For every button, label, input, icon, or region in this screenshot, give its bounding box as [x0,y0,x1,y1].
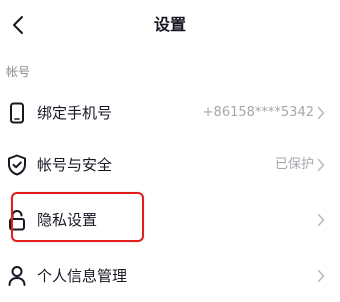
settings-row-bind-phone[interactable]: 绑定手机号 +86158****5342 [0,87,340,139]
settings-row-label: 绑定手机号 [37,104,113,122]
settings-row-value: 已保护 [274,157,314,172]
shield-check-icon [6,154,28,176]
settings-row-privacy[interactable]: 隐私设置 [0,194,340,246]
nav-bar: 设置 [0,0,340,50]
page-title: 设置 [153,15,186,34]
settings-row-account-security[interactable]: 帐号与安全 已保护 [0,139,340,191]
chevron-right-icon [316,211,326,229]
settings-row-personal-info[interactable]: 个人信息管理 [0,250,340,302]
section-header-account: 帐号 [6,65,31,79]
person-icon [6,265,28,287]
settings-row-label: 隐私设置 [37,211,98,229]
settings-row-label: 个人信息管理 [37,267,128,285]
settings-row-label: 帐号与安全 [37,156,113,174]
settings-row-value: +86158****5342 [202,105,314,120]
lock-icon [6,209,28,231]
phone-icon [6,102,28,124]
chevron-right-icon [316,267,326,285]
chevron-right-icon [316,104,326,122]
chevron-right-icon [316,156,326,174]
